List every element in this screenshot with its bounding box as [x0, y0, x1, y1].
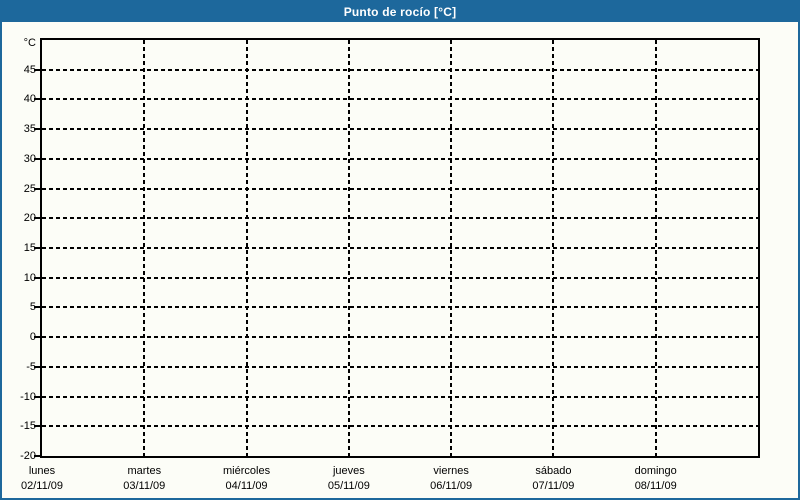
- gridline-horizontal: [42, 68, 758, 71]
- gridline-vertical: [552, 40, 555, 456]
- y-axis-tick-label: 0: [29, 331, 36, 344]
- chart-window: Punto de rocío [°C] °C 45 40 35 30 25 20 15 10 5…: [0, 0, 800, 500]
- gridline-vertical: [143, 40, 146, 456]
- y-axis-tick-label: -5: [26, 360, 36, 373]
- gridline-horizontal: [42, 276, 758, 279]
- plot-area: [40, 38, 760, 458]
- y-axis-tick-label: 35: [23, 123, 36, 136]
- y-axis-tick-label: 5: [29, 301, 36, 314]
- gridline-horizontal: [42, 247, 758, 249]
- gridline-horizontal: [42, 306, 758, 309]
- y-axis-tick-label: 15: [23, 242, 36, 254]
- y-axis-tick-label: -15: [20, 420, 36, 433]
- gridline-horizontal: [42, 128, 758, 131]
- y-axis-tick-label: 45: [23, 63, 36, 76]
- day-date-label: 08/11/09: [634, 480, 677, 492]
- chart-title-bar: Punto de rocío [°C]: [2, 2, 798, 22]
- x-axis-day-label: domingo 08/11/09: [596, 464, 716, 494]
- y-axis-tick-label: 20: [23, 212, 36, 225]
- gridline-horizontal: [42, 425, 758, 428]
- gridline-vertical: [450, 40, 453, 456]
- y-axis-tick-label: 30: [23, 152, 36, 165]
- y-axis-unit-label: °C: [23, 37, 36, 49]
- y-axis-tick-label: 40: [23, 93, 36, 106]
- gridline-horizontal: [42, 187, 758, 190]
- gridline-vertical: [245, 40, 248, 456]
- gridline-vertical: [654, 40, 657, 456]
- day-name-label: domingo: [634, 465, 677, 477]
- gridline-horizontal: [42, 157, 758, 160]
- gridline-horizontal: [42, 336, 758, 339]
- gridline-horizontal: [42, 365, 758, 368]
- y-axis-tick-label: 10: [23, 271, 36, 284]
- chart-title: Punto de rocío [°C]: [343, 5, 457, 19]
- gridline-vertical: [347, 40, 350, 456]
- gridline-horizontal: [42, 217, 758, 220]
- y-axis-tick-label: 25: [23, 182, 36, 195]
- gridline-horizontal: [42, 98, 758, 101]
- gridline-horizontal: [42, 395, 758, 398]
- y-axis-tick-label: -20: [20, 450, 36, 462]
- y-axis-tick-label: -10: [20, 390, 36, 403]
